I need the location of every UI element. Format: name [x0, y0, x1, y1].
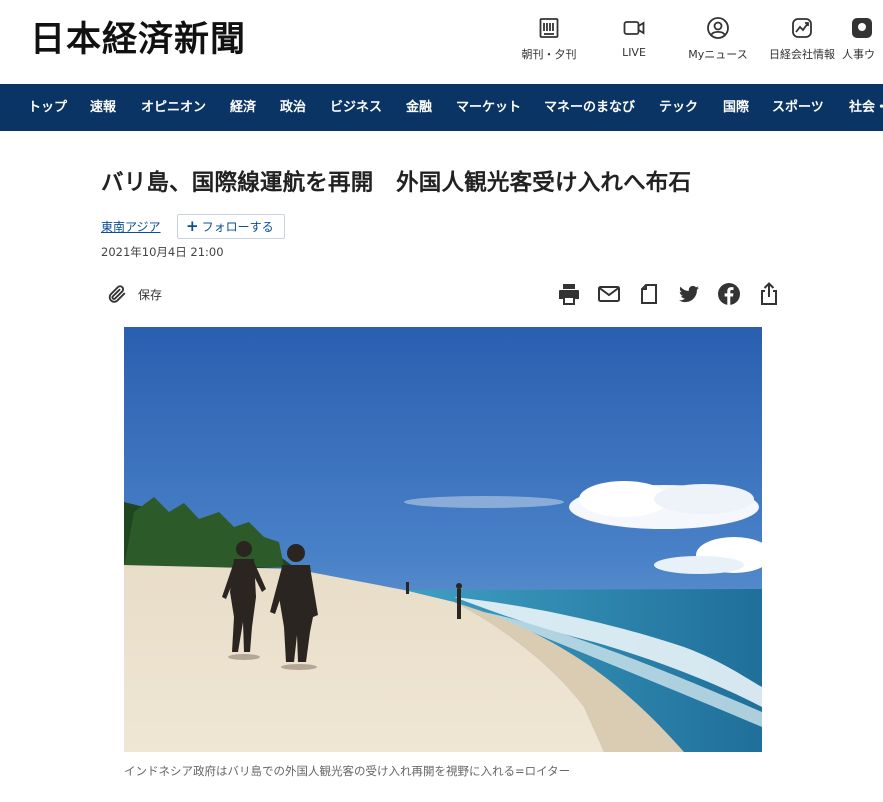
people-icon — [852, 18, 872, 38]
header-tool-print-edition[interactable]: 朝刊・夕刊 — [509, 16, 589, 62]
beach-photo-image — [124, 327, 762, 752]
nav-item-world[interactable]: 国際 — [723, 84, 749, 131]
nav-item-finance[interactable]: 金融 — [406, 84, 432, 131]
header-tool-personnel[interactable]: 人事ウ — [842, 16, 883, 62]
site-header: 日本経済新聞 朝刊・夕刊 LIVE Myニュース 日経会社情報 人事ウ — [0, 0, 883, 84]
twitter-icon[interactable] — [677, 282, 701, 306]
nav-item-money[interactable]: マネーのまなび — [544, 84, 635, 131]
follow-button-label: フォローする — [201, 220, 274, 234]
header-tool-company-info[interactable]: 日経会社情報 — [762, 16, 842, 62]
facebook-icon[interactable] — [717, 282, 741, 306]
follow-button[interactable]: + フォローする — [177, 214, 285, 239]
user-circle-icon — [707, 17, 729, 39]
video-camera-icon — [623, 21, 645, 35]
photo-caption: インドネシア政府はバリ島での外国人観光客の受け入れ再開を視野に入れる=ロイター — [124, 764, 571, 778]
save-label: 保存 — [138, 287, 163, 302]
nav-item-politics[interactable]: 政治 — [280, 84, 306, 131]
stock-chart-icon — [792, 18, 812, 38]
newspaper-icon — [539, 18, 559, 38]
header-tool-live[interactable]: LIVE — [594, 16, 674, 59]
article-title: バリ島、国際線運航を再開 外国人観光客受け入れへ布石 — [101, 170, 692, 196]
header-tool-label: 人事ウ — [842, 48, 875, 61]
save-button[interactable]: 保存 — [106, 282, 162, 306]
print-icon[interactable] — [557, 282, 581, 306]
publish-date: 2021年10月4日 21:00 — [101, 245, 224, 259]
header-tool-label: Myニュース — [688, 48, 748, 61]
nav-item-economy[interactable]: 経済 — [230, 84, 256, 131]
header-tool-my-news[interactable]: Myニュース — [678, 16, 758, 62]
header-tool-label: 日経会社情報 — [769, 48, 835, 61]
nav-item-society[interactable]: 社会・ — [849, 84, 883, 131]
topic-link[interactable]: 東南アジア — [101, 218, 161, 235]
nav-item-top[interactable]: トップ — [28, 84, 67, 131]
header-tool-label: LIVE — [622, 46, 646, 59]
article-photo — [124, 327, 762, 752]
plus-icon: + — [186, 217, 199, 235]
nav-item-market[interactable]: マーケット — [456, 84, 521, 131]
nav-item-breaking[interactable]: 速報 — [90, 84, 116, 131]
mail-icon[interactable] — [597, 282, 621, 306]
paperclip-icon — [108, 285, 126, 303]
nav-item-sports[interactable]: スポーツ — [772, 84, 824, 131]
site-logo[interactable]: 日本経済新聞 — [30, 20, 246, 60]
share-icon[interactable] — [757, 282, 781, 306]
nav-item-business[interactable]: ビジネス — [330, 84, 382, 131]
header-tool-label: 朝刊・夕刊 — [521, 48, 577, 61]
nav-item-opinion[interactable]: オピニオン — [141, 84, 206, 131]
nav-item-tech[interactable]: テック — [659, 84, 698, 131]
main-nav: トップ 速報 オピニオン 経済 政治 ビジネス 金融 マーケット マネーのまなび… — [0, 84, 883, 131]
bookmark-icon[interactable] — [637, 282, 661, 306]
